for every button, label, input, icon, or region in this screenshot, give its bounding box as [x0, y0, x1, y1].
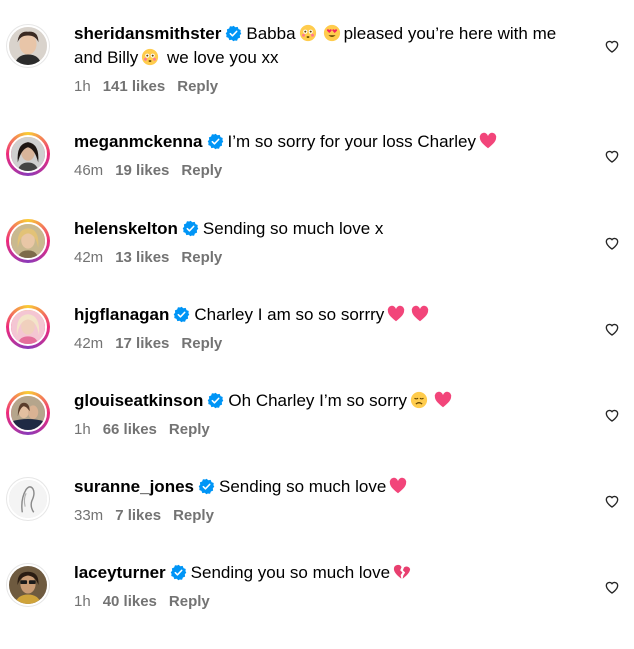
username[interactable]: laceyturner: [74, 563, 166, 582]
verified-badge-icon: [207, 392, 224, 409]
avatar[interactable]: [6, 132, 50, 176]
heart-outline-icon[interactable]: [604, 493, 620, 509]
username[interactable]: hjgflanagan: [74, 305, 169, 324]
username[interactable]: sheridansmithster: [74, 24, 221, 43]
pink-heart-emoji: [411, 305, 429, 323]
likes-count[interactable]: 66 likes: [103, 421, 157, 438]
avatar[interactable]: [6, 305, 50, 349]
reply-button[interactable]: Reply: [173, 507, 214, 524]
heart-outline-icon[interactable]: [604, 148, 620, 164]
pink-heart-emoji: [434, 391, 452, 409]
comment-item: hjgflanagan Charley I am so so sorrry 42m…: [0, 305, 634, 391]
comment-body: glouiseatkinson Oh Charley I’m so sorry 1…: [74, 389, 574, 439]
comment-text: Sending you so much love: [190, 563, 391, 582]
comment-text: Sending so much love x: [202, 219, 384, 238]
username[interactable]: helenskelton: [74, 219, 178, 238]
avatar[interactable]: [6, 391, 50, 435]
likes-count[interactable]: 19 likes: [115, 162, 169, 179]
verified-badge-icon: [207, 133, 224, 150]
comment-item: glouiseatkinson Oh Charley I’m so sorry 1…: [0, 391, 634, 477]
avatar[interactable]: [6, 563, 50, 607]
heart-eyes-emoji: [323, 24, 341, 42]
username[interactable]: meganmckenna: [74, 132, 203, 151]
comment-item: sheridansmithster Babba pleased you’re her…: [0, 24, 634, 110]
timestamp: 1h: [74, 78, 91, 95]
comment-meta: 42m 17 likes Reply: [74, 335, 574, 353]
reply-button[interactable]: Reply: [177, 78, 218, 95]
avatar[interactable]: [6, 219, 50, 263]
likes-count[interactable]: 13 likes: [115, 249, 169, 266]
comment-text: Charley I am so so sorrry: [194, 305, 385, 324]
comment-body: sheridansmithster Babba pleased you’re her…: [74, 22, 574, 96]
pink-heart-emoji: [389, 477, 407, 495]
comment-body: laceyturner Sending you so much love 1h 40…: [74, 561, 574, 611]
comment-list: sheridansmithster Babba pleased you’re her…: [0, 0, 634, 621]
timestamp: 42m: [74, 335, 104, 352]
verified-badge-icon: [225, 25, 242, 42]
verified-badge-icon: [170, 564, 187, 581]
flushed-face-emoji: [299, 24, 317, 42]
comment-meta: 42m 13 likes Reply: [74, 249, 574, 267]
verified-badge-icon: [198, 478, 215, 495]
flushed-face-emoji: [141, 48, 159, 66]
timestamp: 46m: [74, 162, 104, 179]
comment-text: I’m so sorry for your loss Charley: [227, 132, 476, 151]
verified-badge-icon: [173, 306, 190, 323]
comment-item: meganmckenna I’m so sorry for your loss C…: [0, 132, 634, 218]
comment-meta: 46m 19 likes Reply: [74, 162, 574, 180]
heart-outline-icon[interactable]: [604, 407, 620, 423]
comment-meta: 1h 141 likes Reply: [74, 78, 574, 96]
avatar[interactable]: [6, 24, 50, 68]
likes-count[interactable]: 17 likes: [115, 335, 169, 352]
avatar[interactable]: [6, 477, 50, 521]
heart-outline-icon[interactable]: [604, 38, 620, 54]
comment-body: suranne_jones Sending so much love 33m 7 l…: [74, 475, 574, 525]
comment-item: laceyturner Sending you so much love 1h 40…: [0, 563, 634, 649]
comment-item: suranne_jones Sending so much love 33m 7 l…: [0, 477, 634, 563]
reply-button[interactable]: Reply: [169, 421, 210, 438]
comment-body: hjgflanagan Charley I am so so sorrry 42m…: [74, 303, 574, 353]
heart-outline-icon[interactable]: [604, 235, 620, 251]
likes-count[interactable]: 141 likes: [103, 78, 166, 95]
timestamp: 1h: [74, 421, 91, 438]
timestamp: 42m: [74, 249, 104, 266]
comment-meta: 33m 7 likes Reply: [74, 507, 574, 525]
comment-text: we love you xx: [167, 48, 279, 67]
username[interactable]: suranne_jones: [74, 477, 194, 496]
pink-heart-emoji: [479, 132, 497, 150]
timestamp: 1h: [74, 593, 91, 610]
verified-badge-icon: [182, 220, 199, 237]
heart-outline-icon[interactable]: [604, 579, 620, 595]
comment-text: Sending so much love: [219, 477, 387, 496]
reply-button[interactable]: Reply: [181, 249, 222, 266]
reply-button[interactable]: Reply: [169, 593, 210, 610]
comment-text: Oh Charley I’m so sorry: [228, 391, 407, 410]
reply-button[interactable]: Reply: [181, 162, 222, 179]
comment-body: helenskelton Sending so much love x 42m 13…: [74, 217, 574, 267]
comment-body: meganmckenna I’m so sorry for your loss C…: [74, 130, 574, 180]
comment-text: Babba: [246, 24, 296, 43]
timestamp: 33m: [74, 507, 104, 524]
likes-count[interactable]: 7 likes: [115, 507, 161, 524]
sad-face-emoji: [410, 391, 428, 409]
broken-heart-emoji: [393, 563, 411, 581]
username[interactable]: glouiseatkinson: [74, 391, 203, 410]
likes-count[interactable]: 40 likes: [103, 593, 157, 610]
comment-meta: 1h 66 likes Reply: [74, 421, 574, 439]
pink-heart-emoji: [387, 305, 405, 323]
comment-meta: 1h 40 likes Reply: [74, 593, 574, 611]
reply-button[interactable]: Reply: [181, 335, 222, 352]
heart-outline-icon[interactable]: [604, 321, 620, 337]
comment-item: helenskelton Sending so much love x 42m 13…: [0, 219, 634, 305]
